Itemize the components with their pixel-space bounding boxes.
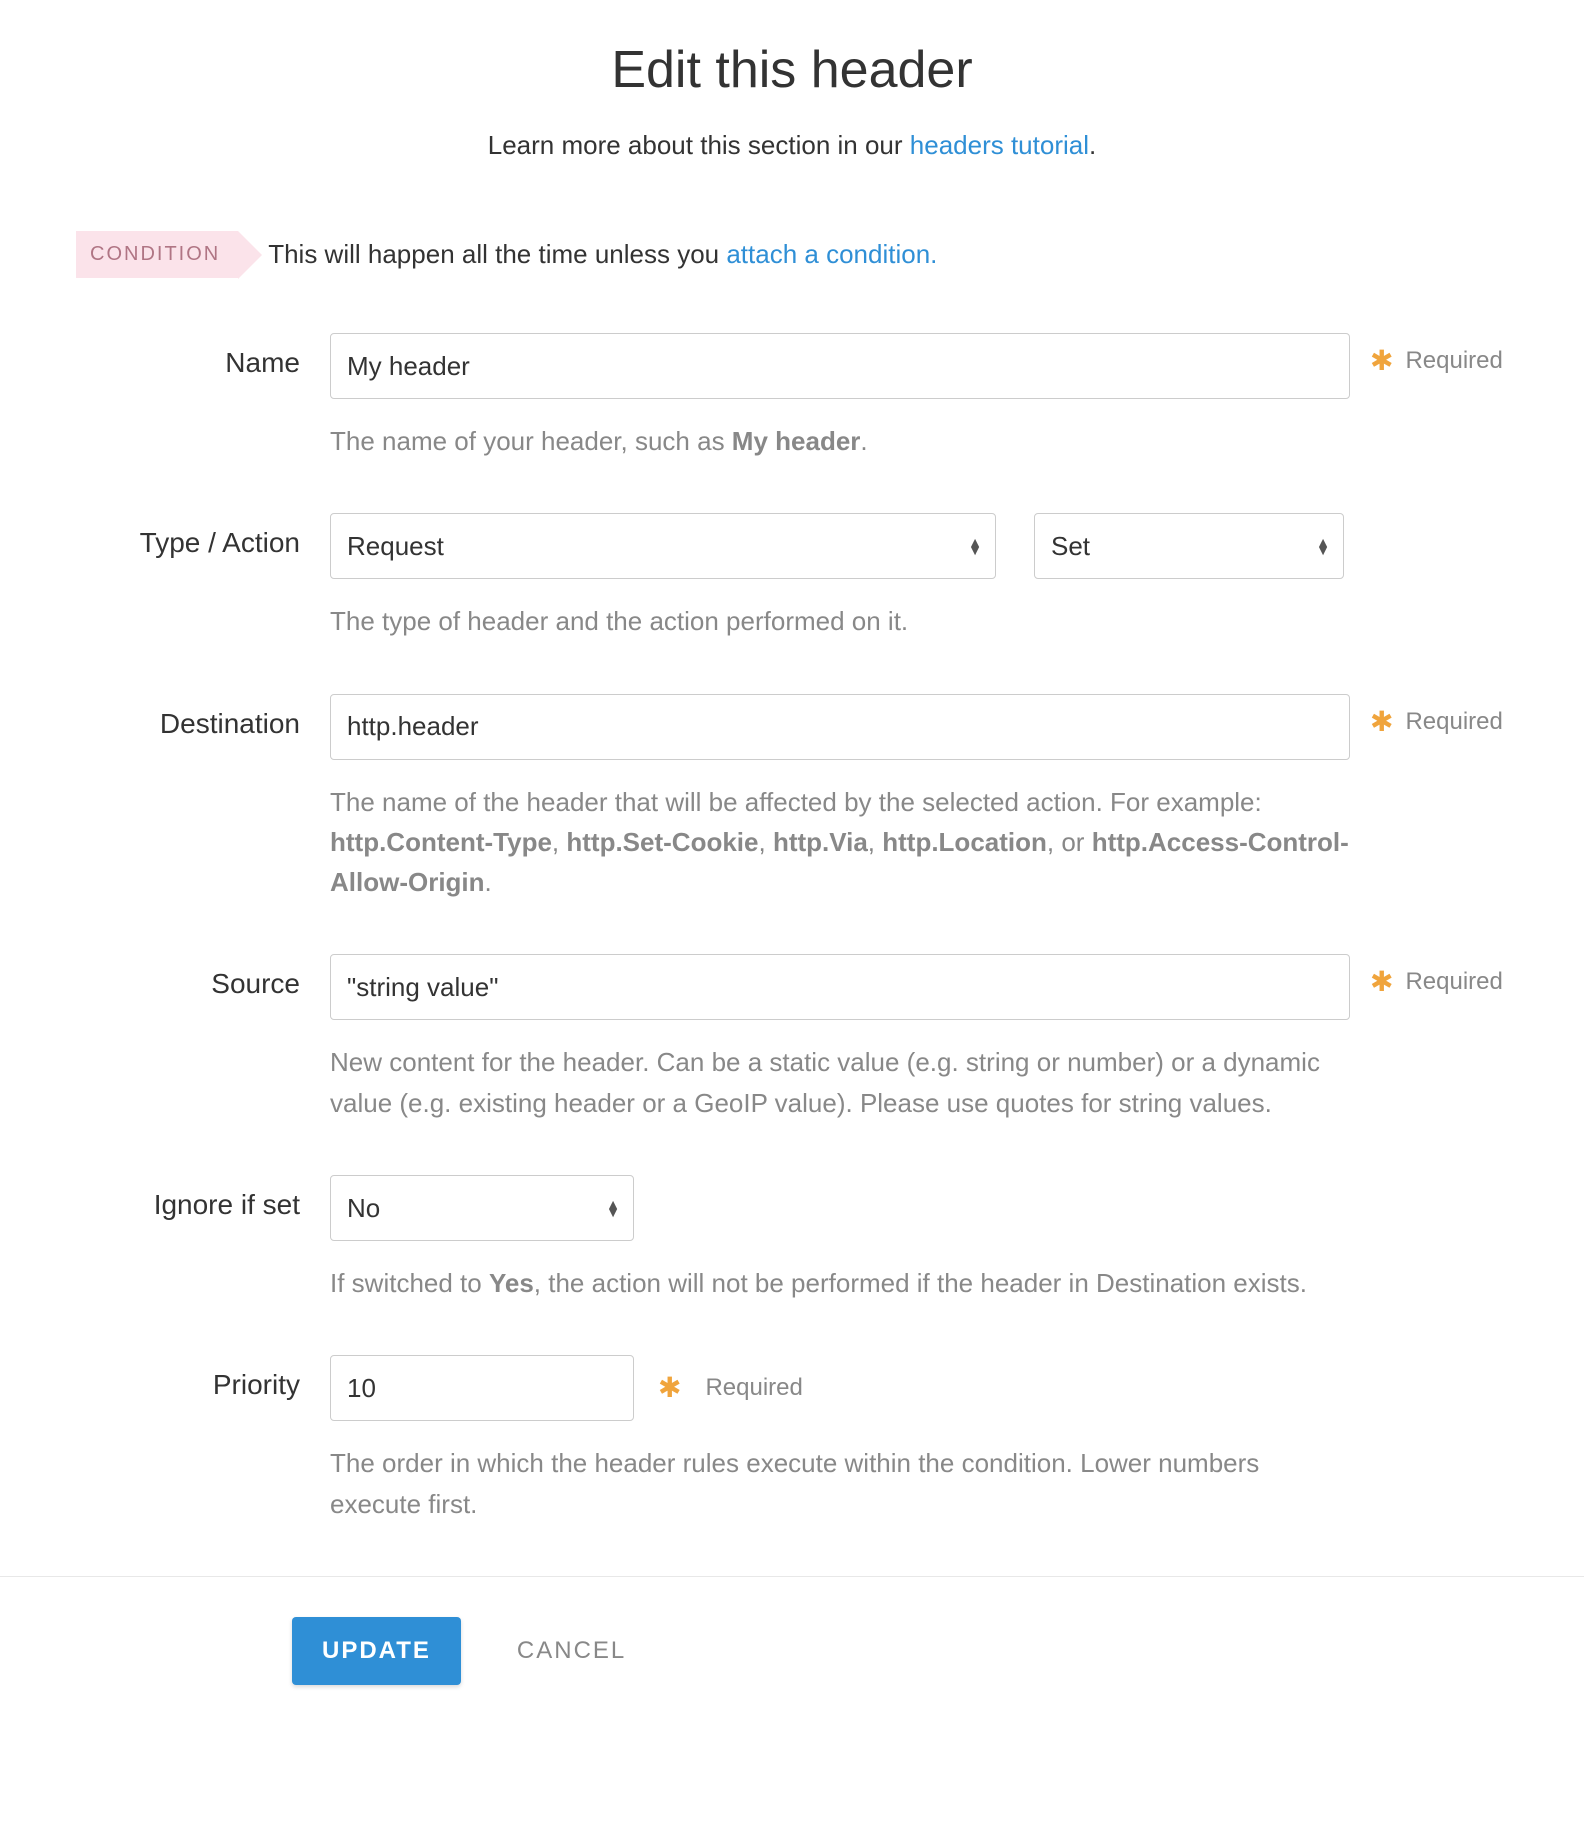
row-destination: Destination The name of the header that …: [50, 694, 1534, 903]
ignore-if-set-helper: If switched to Yes, the action will not …: [330, 1263, 1350, 1303]
attach-condition-link[interactable]: attach a condition.: [726, 239, 937, 269]
condition-row: CONDITION This will happen all the time …: [50, 231, 1534, 278]
source-helper: New content for the header. Can be a sta…: [330, 1042, 1350, 1123]
action-select[interactable]: Set: [1034, 513, 1344, 579]
required-text: Required: [1405, 708, 1502, 736]
label-source: Source: [50, 954, 330, 1000]
condition-text-prefix: This will happen all the time unless you: [268, 239, 726, 269]
row-name: Name The name of your header, such as My…: [50, 333, 1534, 461]
edit-header-form: Edit this header Learn more about this s…: [0, 0, 1584, 1725]
name-helper: The name of your header, such as My head…: [330, 421, 1350, 461]
type-select[interactable]: Request: [330, 513, 996, 579]
row-ignore-if-set: Ignore if set No ▲▼ If switched to Yes, …: [50, 1175, 1534, 1303]
page-subtitle: Learn more about this section in our hea…: [0, 130, 1584, 161]
update-button[interactable]: UPDATE: [292, 1617, 461, 1685]
source-input[interactable]: [330, 954, 1350, 1020]
destination-required: ✱ Required: [1350, 694, 1530, 736]
row-source: Source New content for the header. Can b…: [50, 954, 1534, 1123]
required-text: Required: [1405, 968, 1502, 996]
destination-input[interactable]: [330, 694, 1350, 760]
required-star-icon: ✱: [1370, 968, 1393, 996]
type-action-helper: The type of header and the action perfor…: [330, 601, 1350, 641]
source-required: ✱ Required: [1350, 954, 1530, 996]
destination-helper: The name of the header that will be affe…: [330, 782, 1350, 903]
required-star-icon: ✱: [658, 1374, 681, 1402]
priority-input[interactable]: [330, 1355, 634, 1421]
label-name: Name: [50, 333, 330, 379]
row-priority: Priority ✱ Required The order in which t…: [50, 1355, 1534, 1524]
condition-text: This will happen all the time unless you…: [268, 239, 937, 270]
required-text: Required: [705, 1374, 802, 1402]
required-star-icon: ✱: [1370, 347, 1393, 375]
subtitle-text: Learn more about this section in our: [488, 130, 910, 160]
subtitle-suffix: .: [1089, 130, 1096, 160]
label-destination: Destination: [50, 694, 330, 740]
label-ignore-if-set: Ignore if set: [50, 1175, 330, 1221]
page-title: Edit this header: [0, 40, 1584, 100]
footer: UPDATE CANCEL: [0, 1577, 1584, 1725]
required-text: Required: [1405, 347, 1502, 375]
ignore-if-set-select[interactable]: No: [330, 1175, 634, 1241]
name-input[interactable]: [330, 333, 1350, 399]
row-type-action: Type / Action Request ▲▼ Set ▲▼: [50, 513, 1534, 641]
label-priority: Priority: [50, 1355, 330, 1401]
headers-tutorial-link[interactable]: headers tutorial: [910, 130, 1089, 160]
condition-tag: CONDITION: [76, 231, 238, 278]
cancel-button[interactable]: CANCEL: [517, 1637, 626, 1665]
required-star-icon: ✱: [1370, 708, 1393, 736]
label-type-action: Type / Action: [50, 513, 330, 559]
priority-helper: The order in which the header rules exec…: [330, 1443, 1350, 1524]
name-required: ✱ Required: [1350, 333, 1530, 375]
